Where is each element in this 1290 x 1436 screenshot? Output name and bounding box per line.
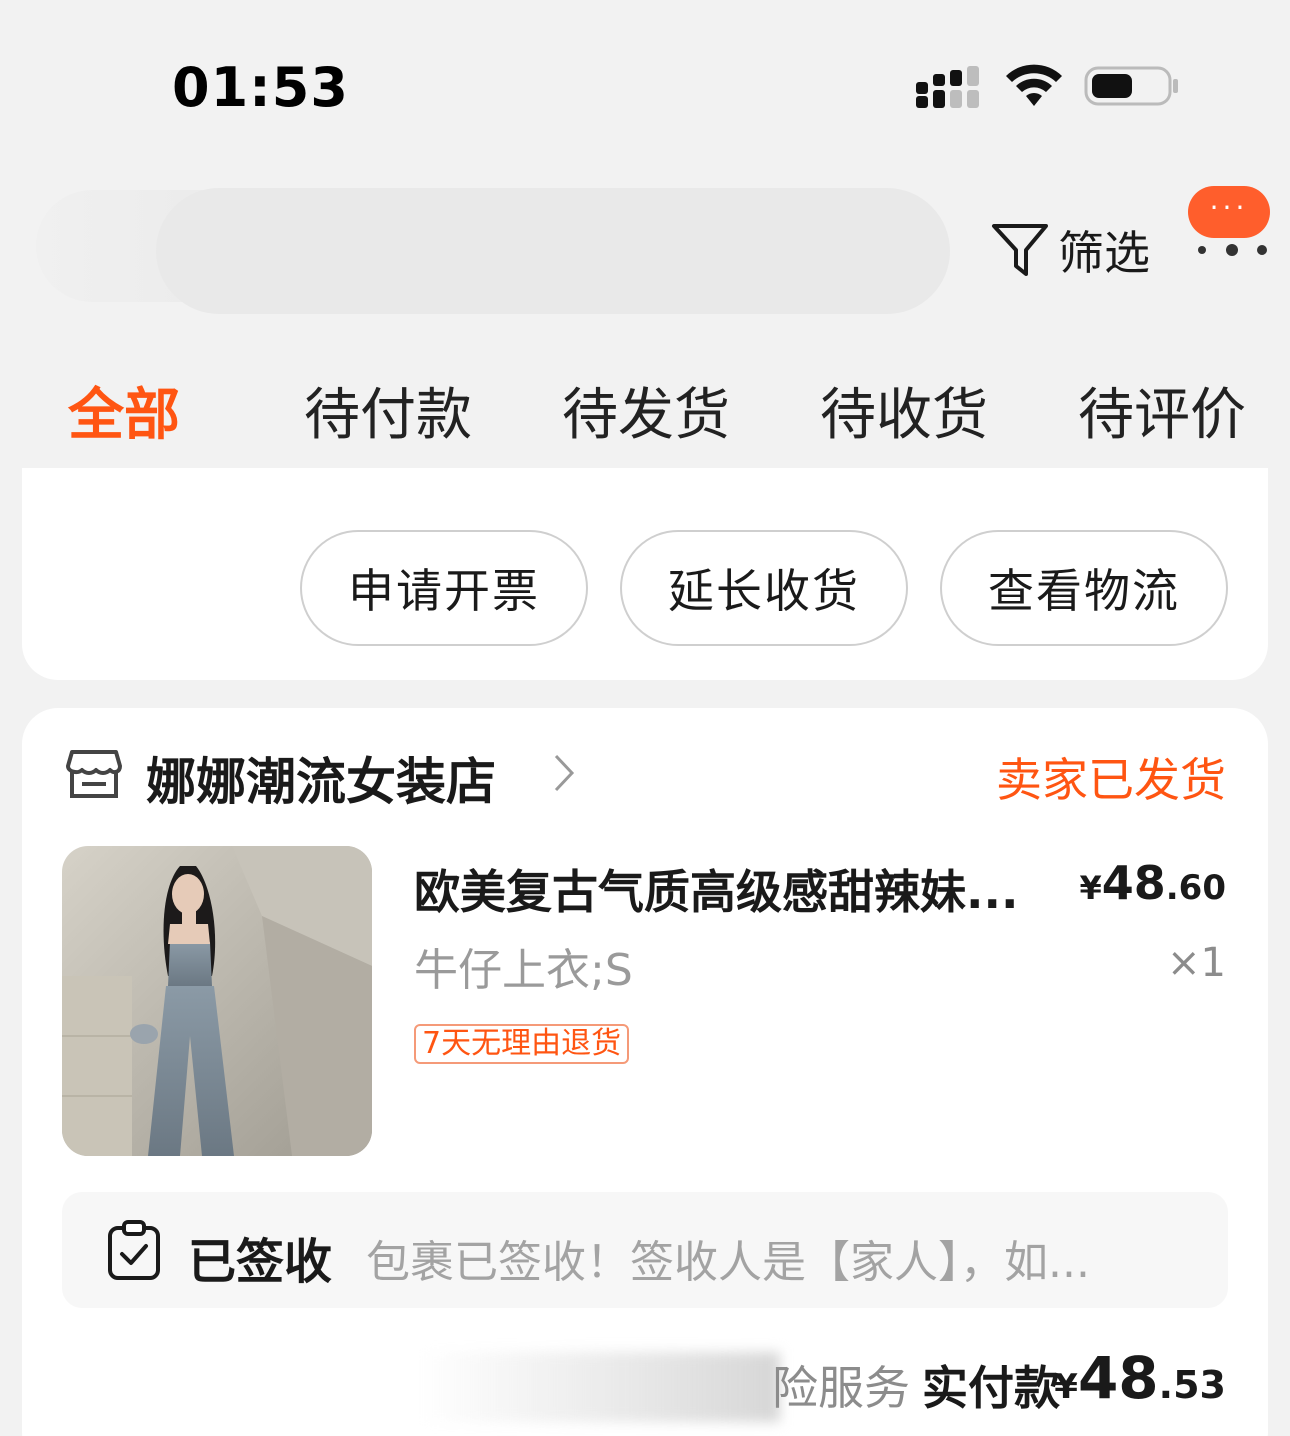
wifi-icon: [1006, 64, 1062, 106]
return-policy-tag: 7天无理由退货: [414, 1024, 630, 1064]
paid-decimal: .53: [1158, 1363, 1226, 1407]
battery-icon: [1084, 66, 1178, 106]
product-quantity: ×1: [1167, 940, 1226, 986]
search-bar[interactable]: [156, 188, 950, 314]
insurance-service: 险服务: [772, 1361, 910, 1415]
price-decimal: .60: [1165, 868, 1226, 908]
price-symbol: ¥: [1079, 869, 1102, 907]
view-logistics-button[interactable]: 查看物流: [940, 530, 1228, 646]
tab-pending-review[interactable]: 待评价: [1078, 370, 1246, 451]
logistics-detail: 包裹已签收！签收人是【家人】，如...: [366, 1237, 1090, 1288]
filter-label: 筛选: [1058, 226, 1150, 280]
logistics-status: 已签收: [188, 1234, 333, 1290]
order-status: 卖家已发货: [996, 753, 1226, 807]
tab-pending-payment[interactable]: 待付款: [304, 370, 472, 451]
more-dots-icon: [1198, 244, 1267, 256]
store-icon: [66, 750, 122, 798]
product-title[interactable]: 欧美复古气质高级感甜辣妹...: [414, 856, 1054, 922]
tab-pending-shipment[interactable]: 待发货: [562, 370, 730, 451]
paid-amount: ¥48.53: [1054, 1344, 1226, 1412]
funnel-icon: [992, 224, 1048, 276]
price-integer: 48: [1101, 856, 1166, 910]
extend-receipt-button[interactable]: 延长收货: [620, 530, 908, 646]
product-price: ¥48.60: [1079, 856, 1226, 910]
product-image[interactable]: [62, 846, 372, 1156]
message-badge: ···: [1188, 186, 1270, 238]
product-spec: 牛仔上衣;S: [414, 945, 633, 996]
paid-integer: 48: [1077, 1344, 1159, 1412]
clipboard-check-icon: [108, 1220, 160, 1280]
filter-button[interactable]: 筛选: [990, 220, 1150, 280]
paid-symbol: ¥: [1054, 1367, 1078, 1407]
blurred-overlay: [420, 1352, 780, 1422]
tab-pending-receipt[interactable]: 待收货: [820, 370, 988, 451]
tab-all[interactable]: 全部: [68, 370, 180, 451]
status-time: 01:53: [172, 56, 349, 119]
store-name[interactable]: 娜娜潮流女装店: [146, 742, 496, 814]
request-invoice-button[interactable]: 申请开票: [300, 530, 588, 646]
more-button[interactable]: ···: [1186, 186, 1272, 272]
chevron-right-icon[interactable]: [552, 752, 576, 794]
cellular-signal-icon: [916, 66, 979, 108]
paid-label: 实付款: [922, 1361, 1060, 1415]
